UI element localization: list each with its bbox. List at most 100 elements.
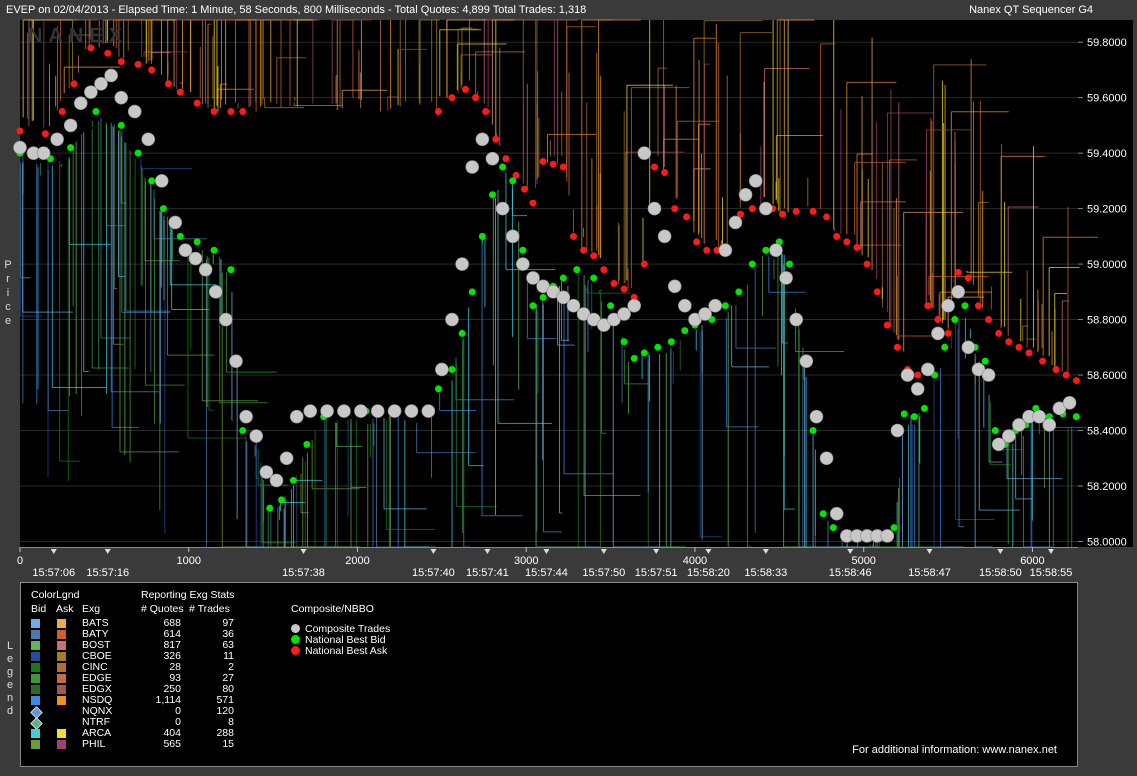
data-point-national-best-ask xyxy=(590,252,598,260)
data-point-composite-trades xyxy=(759,201,773,216)
data-point-composite-trades xyxy=(637,146,652,160)
data-point-composite-trades xyxy=(289,409,304,424)
data-point-national-best-ask xyxy=(1005,338,1013,346)
time-marker-icon xyxy=(926,549,933,554)
data-point-composite-trades xyxy=(219,312,233,327)
data-point-national-best-bid xyxy=(468,288,476,296)
legend-panel: ColorLgnd Bid Ask Exg Reporting Exg Stat… xyxy=(20,582,1078,767)
legend-row-cinc: CINC 28 2 xyxy=(21,662,281,673)
time-label: 15:57:44 xyxy=(525,567,568,579)
data-point-composite-trades xyxy=(718,243,733,258)
data-point-national-best-ask xyxy=(580,246,588,254)
data-point-national-best-bid xyxy=(681,327,689,335)
data-point-national-best-ask xyxy=(1062,371,1070,379)
data-point-national-best-bid xyxy=(303,440,311,448)
data-point-national-best-bid xyxy=(981,357,989,365)
data-point-composite-trades xyxy=(465,160,480,174)
data-point-national-best-bid xyxy=(227,266,235,274)
data-point-national-best-ask xyxy=(434,108,442,116)
data-point-national-best-bid xyxy=(239,427,247,435)
ask-swatch xyxy=(57,630,66,639)
legend-dot-icon xyxy=(291,635,300,644)
data-point-composite-trades xyxy=(485,151,500,166)
time-marker-icon xyxy=(600,549,607,554)
data-point-national-best-ask xyxy=(661,169,669,177)
legend-row-phil: PHIL 565 15 xyxy=(21,739,281,750)
data-point-composite-trades xyxy=(880,529,895,543)
footer-note: For additional information: www.nanex.ne… xyxy=(852,744,1057,756)
data-point-composite-trades xyxy=(114,90,129,105)
time-label: 15:57:38 xyxy=(282,567,325,579)
data-point-composite-trades xyxy=(728,215,743,230)
data-point-national-best-bid xyxy=(434,385,442,393)
data-point-national-best-bid xyxy=(519,246,527,254)
data-point-national-best-ask xyxy=(620,285,628,293)
time-label: 15:57:51 xyxy=(635,567,678,579)
data-point-national-best-ask xyxy=(893,343,901,351)
data-point-national-best-bid xyxy=(748,260,756,268)
data-point-national-best-ask xyxy=(964,274,972,282)
time-marker-icon xyxy=(1048,549,1055,554)
data-point-national-best-bid xyxy=(92,108,100,116)
data-point-national-best-bid xyxy=(961,302,969,310)
bid-swatch xyxy=(31,685,40,694)
data-point-national-best-ask xyxy=(559,163,567,171)
time-label: 15:57:06 xyxy=(32,567,75,579)
data-point-national-best-bid xyxy=(630,354,638,362)
data-point-national-best-bid xyxy=(920,404,928,412)
data-point-national-best-bid xyxy=(266,504,274,512)
data-point-national-best-bid xyxy=(762,246,770,254)
data-point-national-best-ask xyxy=(193,99,201,107)
y-tick-label: 58.4000 xyxy=(1087,426,1127,438)
data-point-composite-trades xyxy=(900,368,915,382)
data-point-composite-trades xyxy=(13,140,27,155)
y-tick-label: 59.4000 xyxy=(1087,148,1127,160)
time-marker-icon xyxy=(705,549,712,554)
data-point-national-best-ask xyxy=(1025,349,1033,357)
data-point-national-best-ask xyxy=(521,185,529,193)
color-legend-header: ColorLgnd xyxy=(31,589,80,601)
legend-row-nqnx: NQNX 0 120 xyxy=(21,706,281,719)
data-point-composite-trades xyxy=(354,404,368,418)
data-point-national-best-bid xyxy=(910,413,918,421)
data-point-composite-trades xyxy=(249,429,264,443)
data-point-composite-trades xyxy=(198,262,213,277)
data-point-composite-trades xyxy=(789,312,804,327)
data-point-national-best-ask xyxy=(693,238,701,246)
data-point-national-best-ask xyxy=(600,266,608,274)
bid-swatch xyxy=(31,652,40,661)
data-point-national-best-bid xyxy=(193,238,201,246)
data-point-national-best-bid xyxy=(134,149,142,157)
data-point-composite-trades xyxy=(941,298,955,313)
legend-row-nsdq: NSDQ 1,114 571 xyxy=(21,695,281,706)
data-point-composite-trades xyxy=(104,68,118,83)
time-marker-icon xyxy=(430,549,437,554)
data-point-national-best-ask xyxy=(995,329,1003,337)
data-point-composite-trades xyxy=(239,409,253,424)
data-point-composite-trades xyxy=(495,201,510,216)
ask-swatch xyxy=(57,696,66,705)
data-point-composite-trades xyxy=(819,451,834,466)
data-point-national-best-ask xyxy=(1039,357,1047,365)
exg-header: Exg xyxy=(82,603,101,615)
data-point-composite-trades xyxy=(829,506,844,521)
data-point-national-best-ask xyxy=(833,232,841,240)
data-point-composite-trades xyxy=(809,409,824,424)
y-tick-label: 59.8000 xyxy=(1087,37,1127,49)
data-point-national-best-ask xyxy=(148,66,156,74)
data-point-national-best-bid xyxy=(607,302,615,310)
data-point-national-best-bid xyxy=(117,121,125,129)
data-point-composite-trades xyxy=(269,473,284,488)
data-point-composite-trades xyxy=(455,257,469,271)
quotes-header: # Quotes xyxy=(141,603,184,615)
time-marker-icon xyxy=(653,549,660,554)
data-point-national-best-ask xyxy=(529,199,537,207)
y-tick-label: 58.0000 xyxy=(1087,536,1127,548)
ask-swatch xyxy=(57,619,66,628)
data-point-national-best-ask xyxy=(610,280,618,287)
data-point-composite-trades xyxy=(50,132,64,147)
data-point-national-best-ask xyxy=(227,108,235,116)
time-label: 15:57:41 xyxy=(466,567,509,579)
data-point-composite-trades xyxy=(890,423,905,438)
data-point-national-best-bid xyxy=(829,524,837,532)
